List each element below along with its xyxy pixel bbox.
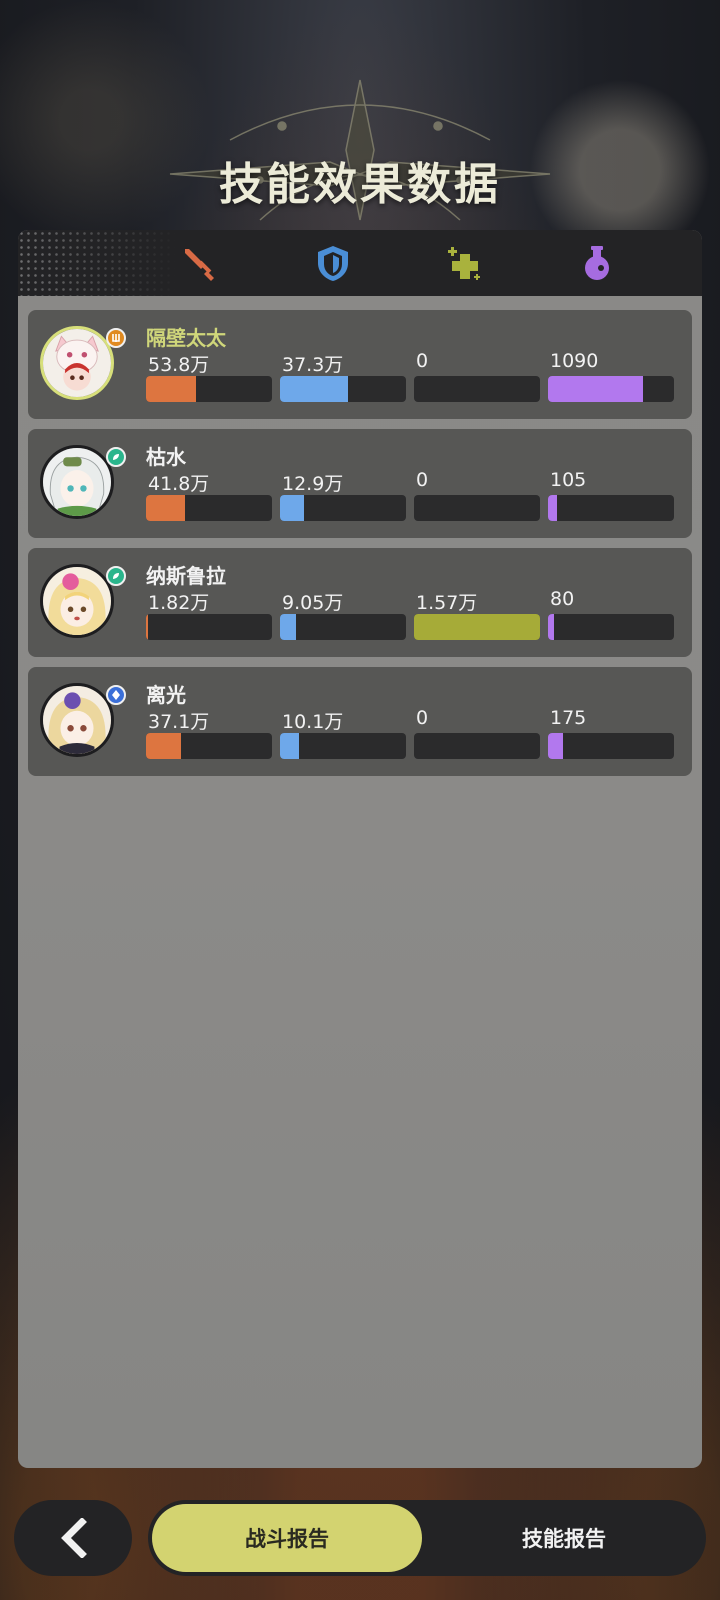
element-icon xyxy=(112,334,120,342)
damage-bar xyxy=(146,733,272,759)
character-portrait xyxy=(43,329,111,397)
shield-bar-fill xyxy=(280,614,297,640)
avatar xyxy=(40,326,114,400)
damage-bar-fill xyxy=(146,495,186,521)
character-name: 离光 xyxy=(146,683,186,707)
damage-bar xyxy=(146,614,272,640)
tab-damage[interactable] xyxy=(178,240,224,286)
damage-value: 37.1万 xyxy=(148,711,210,733)
tab-shield[interactable] xyxy=(310,240,356,286)
potion-icon xyxy=(585,246,609,280)
heal-value: 0 xyxy=(416,350,429,372)
character-card[interactable]: 枯水 41.8万 12.9万 0 105 xyxy=(28,429,692,538)
avatar xyxy=(40,683,114,757)
heal-bar-fill xyxy=(414,614,540,640)
damage-value: 41.8万 xyxy=(148,473,210,495)
damage-bar-fill xyxy=(146,733,182,759)
heal-value: 0 xyxy=(416,707,429,729)
effect-bar xyxy=(548,495,674,521)
tab-heal[interactable] xyxy=(442,240,488,286)
character-portrait xyxy=(43,448,111,516)
shield-value: 12.9万 xyxy=(282,473,344,495)
avatar xyxy=(40,564,114,638)
element-badge xyxy=(106,328,126,348)
shield-bar-fill xyxy=(280,495,304,521)
effect-bar-fill xyxy=(548,733,564,759)
element-badge xyxy=(106,685,126,705)
heal-value: 1.57万 xyxy=(416,592,478,614)
tab-skill-report[interactable]: 技能报告 xyxy=(426,1504,702,1572)
back-button[interactable] xyxy=(14,1500,132,1576)
effect-value: 175 xyxy=(550,707,587,729)
shield-value: 9.05万 xyxy=(282,592,344,614)
shield-bar-fill xyxy=(280,376,349,402)
tab-effect[interactable] xyxy=(574,240,620,286)
heal-bar xyxy=(414,733,540,759)
effect-bar xyxy=(548,376,674,402)
page-title: 技能效果数据 xyxy=(219,159,501,210)
heal-value: 0 xyxy=(416,469,429,491)
character-name: 纳斯鲁拉 xyxy=(146,564,226,588)
shield-bar xyxy=(280,495,406,521)
damage-bar-fill xyxy=(146,614,148,640)
heal-bar xyxy=(414,614,540,640)
shield-icon xyxy=(318,246,348,281)
effect-value: 80 xyxy=(550,588,575,610)
damage-value: 1.82万 xyxy=(148,592,210,614)
damage-value: 53.8万 xyxy=(148,354,210,376)
character-card[interactable]: 纳斯鲁拉 1.82万 9.05万 1.57万 80 xyxy=(28,548,692,657)
element-badge xyxy=(106,447,126,467)
effect-bar-fill xyxy=(548,376,643,402)
shield-bar xyxy=(280,733,406,759)
heal-bar xyxy=(414,495,540,521)
shield-bar xyxy=(280,376,406,402)
character-name: 枯水 xyxy=(146,445,186,469)
shield-value: 37.3万 xyxy=(282,354,344,376)
heal-bar xyxy=(414,376,540,402)
sword-icon xyxy=(185,249,214,281)
effect-value: 105 xyxy=(550,469,587,491)
damage-bar xyxy=(146,495,272,521)
shield-value: 10.1万 xyxy=(282,711,344,733)
effect-bar-fill xyxy=(548,614,555,640)
character-name: 隔壁太太 xyxy=(146,326,226,350)
character-card[interactable]: 离光 37.1万 10.1万 0 175 xyxy=(28,667,692,776)
element-icon xyxy=(113,454,119,460)
damage-bar-fill xyxy=(146,376,197,402)
character-card[interactable]: 隔壁太太 53.8万 37.3万 0 1090 xyxy=(28,310,692,419)
shield-bar-fill xyxy=(280,733,299,759)
effect-bar xyxy=(548,733,674,759)
tabbar-dot-pattern xyxy=(18,230,178,296)
effect-bar-fill xyxy=(548,495,557,521)
avatar xyxy=(40,445,114,519)
element-badge xyxy=(106,566,126,586)
element-icon xyxy=(113,573,119,579)
chevron-left-icon xyxy=(61,1518,87,1558)
element-icon xyxy=(112,690,120,700)
stat-category-tabbar xyxy=(18,230,702,296)
character-portrait xyxy=(43,567,111,635)
heal-plus-icon xyxy=(448,247,480,280)
report-tab-switch: 战斗报告 技能报告 xyxy=(148,1500,706,1576)
effect-value: 1090 xyxy=(550,350,599,372)
skill-data-panel: 隔壁太太 53.8万 37.3万 0 1090 枯水 41.8万 12.9万 0… xyxy=(18,230,702,1468)
effect-bar xyxy=(548,614,674,640)
shield-bar xyxy=(280,614,406,640)
character-portrait xyxy=(43,686,111,754)
tab-battle-report[interactable]: 战斗报告 xyxy=(152,1504,422,1572)
damage-bar xyxy=(146,376,272,402)
